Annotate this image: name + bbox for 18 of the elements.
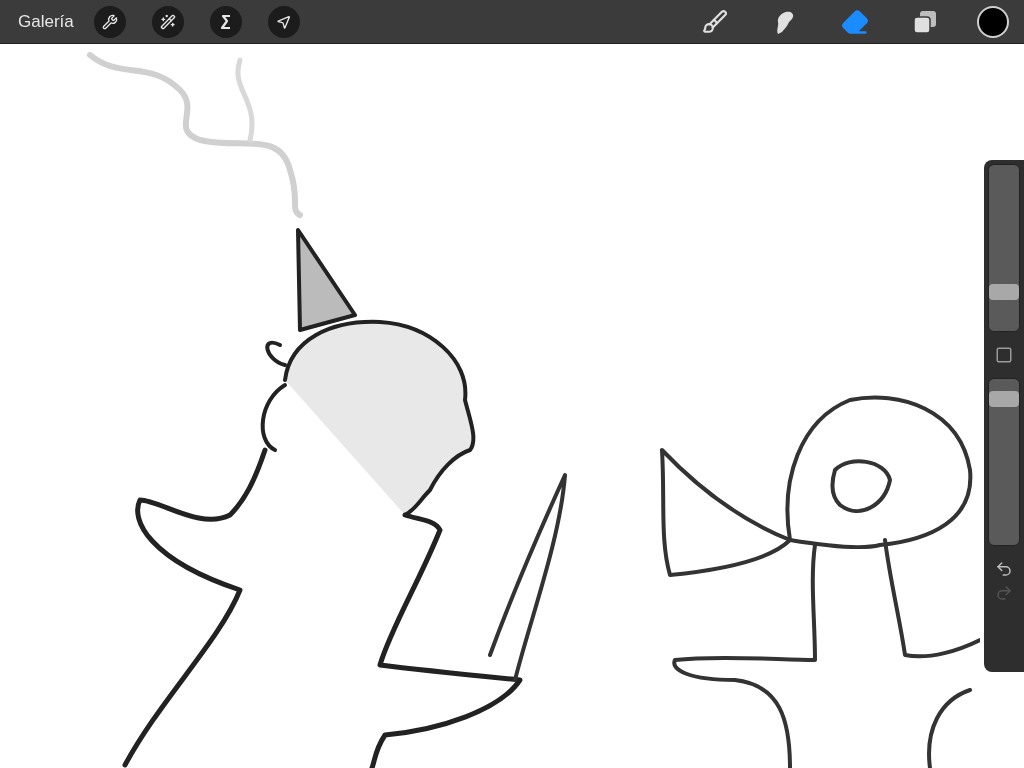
modify-button[interactable] xyxy=(995,346,1013,364)
layers-icon xyxy=(912,8,938,35)
magic-wand-icon xyxy=(159,13,176,30)
undo-button[interactable] xyxy=(995,560,1013,578)
toolbar-button[interactable] xyxy=(267,5,300,38)
slider-thumb[interactable] xyxy=(989,391,1019,408)
arrow-cursor-icon xyxy=(275,13,292,30)
toolbar-button[interactable] xyxy=(209,5,242,38)
gallery-button[interactable]: Galería xyxy=(18,8,74,35)
wrench-icon xyxy=(101,13,118,30)
toolbar-button[interactable] xyxy=(151,5,184,38)
brush-size-slider[interactable] xyxy=(988,164,1020,332)
eraser-icon xyxy=(841,7,869,36)
color-swatch[interactable] xyxy=(977,5,1009,38)
opacity-slider[interactable] xyxy=(988,378,1020,546)
slider-thumb[interactable] xyxy=(989,283,1019,300)
toolbar-button[interactable] xyxy=(93,5,126,38)
brush-icon xyxy=(702,8,728,35)
